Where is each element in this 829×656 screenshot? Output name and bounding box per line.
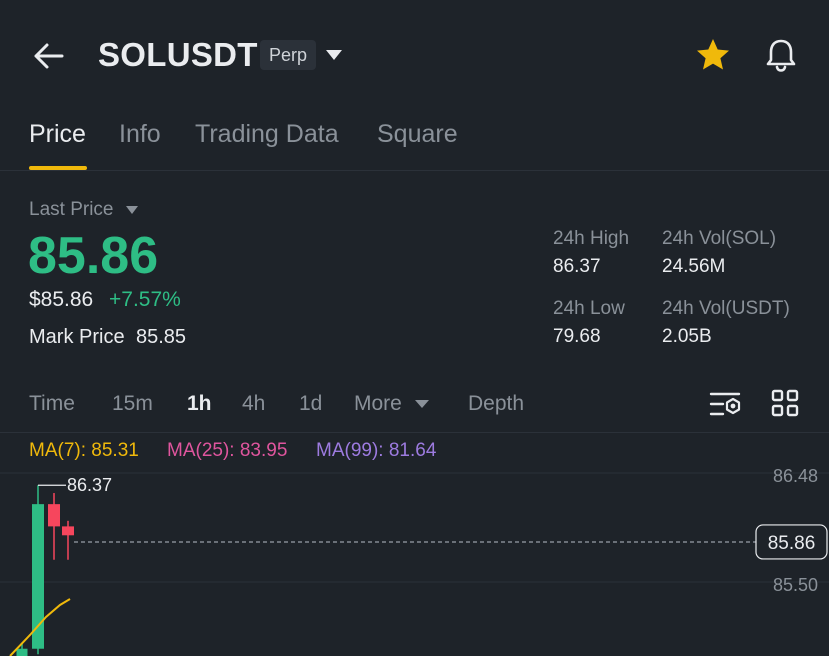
price-change-percent: +7.57% xyxy=(109,288,181,311)
high-marker-label: 86.37 xyxy=(67,475,112,495)
24h-vol-usdt-label: 24h Vol(USDT) xyxy=(662,298,790,319)
back-arrow-icon[interactable] xyxy=(32,40,66,72)
candle-body xyxy=(16,648,28,656)
more-caret-icon[interactable] xyxy=(415,400,429,408)
chart-settings-icon[interactable] xyxy=(708,388,742,420)
chevron-down-icon[interactable] xyxy=(326,50,342,60)
24h-vol-sol-value: 24.56M xyxy=(662,256,726,277)
axis-label-bottom: 85.50 xyxy=(773,575,818,595)
ma25-indicator: MA(25): 83.95 xyxy=(167,440,288,461)
current-price-label: 85.86 xyxy=(768,533,816,554)
interval-more[interactable]: More xyxy=(354,392,402,416)
tab-trading-data[interactable]: Trading Data xyxy=(195,120,339,149)
layout-grid-icon[interactable] xyxy=(770,388,800,418)
last-price-value: 85.86 xyxy=(28,227,159,285)
star-icon[interactable] xyxy=(694,36,732,74)
24h-high-label: 24h High xyxy=(553,228,630,249)
tab-info[interactable]: Info xyxy=(119,120,161,149)
24h-low-label: 24h Low xyxy=(553,298,625,319)
ma7-indicator: MA(7): 85.31 xyxy=(29,440,139,461)
ma99-indicator: MA(99): 81.64 xyxy=(316,440,437,461)
interval-15m[interactable]: 15m xyxy=(112,392,153,416)
interval-time[interactable]: Time xyxy=(29,392,75,416)
axis-label-top: 86.48 xyxy=(773,466,818,486)
mark-price-label: Mark Price xyxy=(29,326,125,348)
interval-1h[interactable]: 1h xyxy=(187,392,212,416)
24h-low-value: 79.68 xyxy=(553,326,601,347)
bell-icon[interactable] xyxy=(763,36,799,74)
symbol-title[interactable]: SOLUSDT xyxy=(98,36,258,74)
24h-vol-sol-label: 24h Vol(SOL) xyxy=(662,228,777,249)
24h-vol-usdt-value: 2.05B xyxy=(662,326,712,347)
mark-price-value: 85.85 xyxy=(136,326,187,348)
candlestick-chart[interactable]: 86.48 85.50 86.37 85.86 xyxy=(0,465,829,656)
interval-1d[interactable]: 1d xyxy=(299,392,322,416)
candle-body xyxy=(62,526,74,536)
tab-square[interactable]: Square xyxy=(377,120,458,149)
tab-price[interactable]: Price xyxy=(29,120,86,149)
divider xyxy=(0,432,829,433)
caret-down-icon[interactable] xyxy=(126,206,138,214)
usd-price: $85.86 xyxy=(29,288,94,311)
perp-badge: Perp xyxy=(260,40,317,70)
depth-tab[interactable]: Depth xyxy=(468,392,524,416)
interval-4h[interactable]: 4h xyxy=(242,392,265,416)
candle-body xyxy=(48,504,60,527)
last-price-label[interactable]: Last Price xyxy=(29,199,113,221)
divider xyxy=(0,170,829,171)
24h-high-value: 86.37 xyxy=(553,256,601,277)
